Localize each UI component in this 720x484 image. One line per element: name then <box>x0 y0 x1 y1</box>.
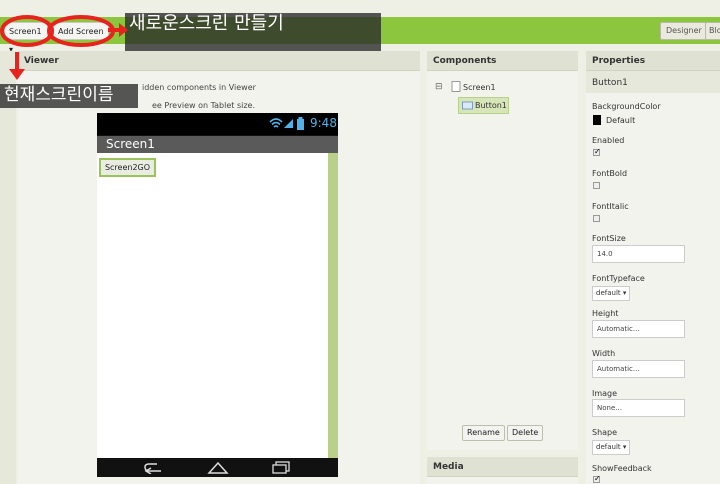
components-panel <box>427 71 578 450</box>
screen-icon <box>451 81 461 92</box>
components-title: Components <box>433 56 497 66</box>
tree-item-button1-label: Button1 <box>475 101 507 110</box>
media-header: Media <box>427 457 578 477</box>
collapse-tree-icon[interactable]: ⊟ <box>435 82 443 92</box>
phone-title-bar: Screen1 <box>97 136 338 153</box>
blocks-button[interactable]: Blo <box>705 22 720 40</box>
phone-screen-scrollbar <box>328 153 338 458</box>
home-icon[interactable] <box>207 461 229 474</box>
annotation-current-screen: 현재스크린이름 <box>0 84 138 108</box>
annotation-current-screen-text: 현재스크린이름 <box>4 85 114 105</box>
shape-select[interactable]: default ▾ <box>592 440 631 455</box>
tree-item-screen1[interactable]: Screen1 <box>463 83 496 92</box>
width-input[interactable]: Automatic... <box>592 360 685 378</box>
background-color-value[interactable]: Default <box>606 116 635 125</box>
button-component-icon <box>462 101 473 110</box>
tablet-preview-label[interactable]: ee Preview on Tablet size. <box>152 101 255 110</box>
highlight-circles <box>0 15 115 47</box>
enabled-checkbox[interactable] <box>593 147 601 156</box>
enabled-label: Enabled <box>592 136 625 145</box>
media-title: Media <box>433 462 464 472</box>
recent-apps-icon[interactable] <box>271 461 291 474</box>
viewer-header: Viewer <box>18 51 420 71</box>
back-icon[interactable] <box>143 462 163 474</box>
phone-status-bar: 9:48 <box>97 113 338 135</box>
media-panel <box>427 477 578 484</box>
fontbold-checkbox[interactable] <box>593 182 600 189</box>
fontitalic-checkbox[interactable] <box>593 215 600 222</box>
showfeedback-label: ShowFeedback <box>592 464 652 473</box>
fonttypeface-label: FontTypeface <box>592 274 645 283</box>
viewer-title: Viewer <box>24 56 59 66</box>
phone-screen[interactable] <box>97 153 328 458</box>
properties-header: Properties <box>586 51 720 71</box>
battery-icon <box>297 117 304 130</box>
background-color-swatch[interactable] <box>593 115 601 125</box>
height-input[interactable]: Automatic... <box>592 320 685 338</box>
arrow-down-icon <box>9 52 25 80</box>
signal-icon <box>284 119 293 128</box>
screen-title: Screen1 <box>106 137 155 151</box>
fontsize-input[interactable]: 14.0 <box>592 245 685 263</box>
background-color-label: BackgroundColor <box>592 102 661 111</box>
left-gutter <box>0 51 16 484</box>
tree-item-button1[interactable]: Button1 <box>458 97 509 114</box>
properties-title: Properties <box>592 56 646 66</box>
width-label: Width <box>592 349 616 358</box>
showfeedback-checkbox[interactable] <box>593 474 601 483</box>
fontitalic-label: FontItalic <box>592 202 629 211</box>
fontbold-label: FontBold <box>592 169 628 178</box>
shape-label: Shape <box>592 428 618 437</box>
rename-button[interactable]: Rename <box>462 425 505 441</box>
components-header: Components <box>427 51 578 71</box>
properties-component-name: Button1 <box>592 78 628 88</box>
height-label: Height <box>592 309 619 318</box>
screen2go-button[interactable]: Screen2GO <box>99 158 156 177</box>
image-input[interactable]: None... <box>592 399 685 417</box>
image-label: Image <box>592 389 618 398</box>
annotation-new-screen-text: 새로운스크린 만들기 <box>129 13 284 34</box>
wifi-icon <box>269 118 283 128</box>
fonttypeface-select[interactable]: default ▾ <box>592 286 631 301</box>
status-time: 9:48 <box>310 116 337 130</box>
phone-nav-bar <box>97 458 338 477</box>
fontsize-label: FontSize <box>592 234 626 243</box>
designer-button[interactable]: Designer <box>660 22 708 40</box>
delete-button[interactable]: Delete <box>507 425 544 441</box>
display-hidden-components-label[interactable]: idden components in Viewer <box>142 83 256 92</box>
